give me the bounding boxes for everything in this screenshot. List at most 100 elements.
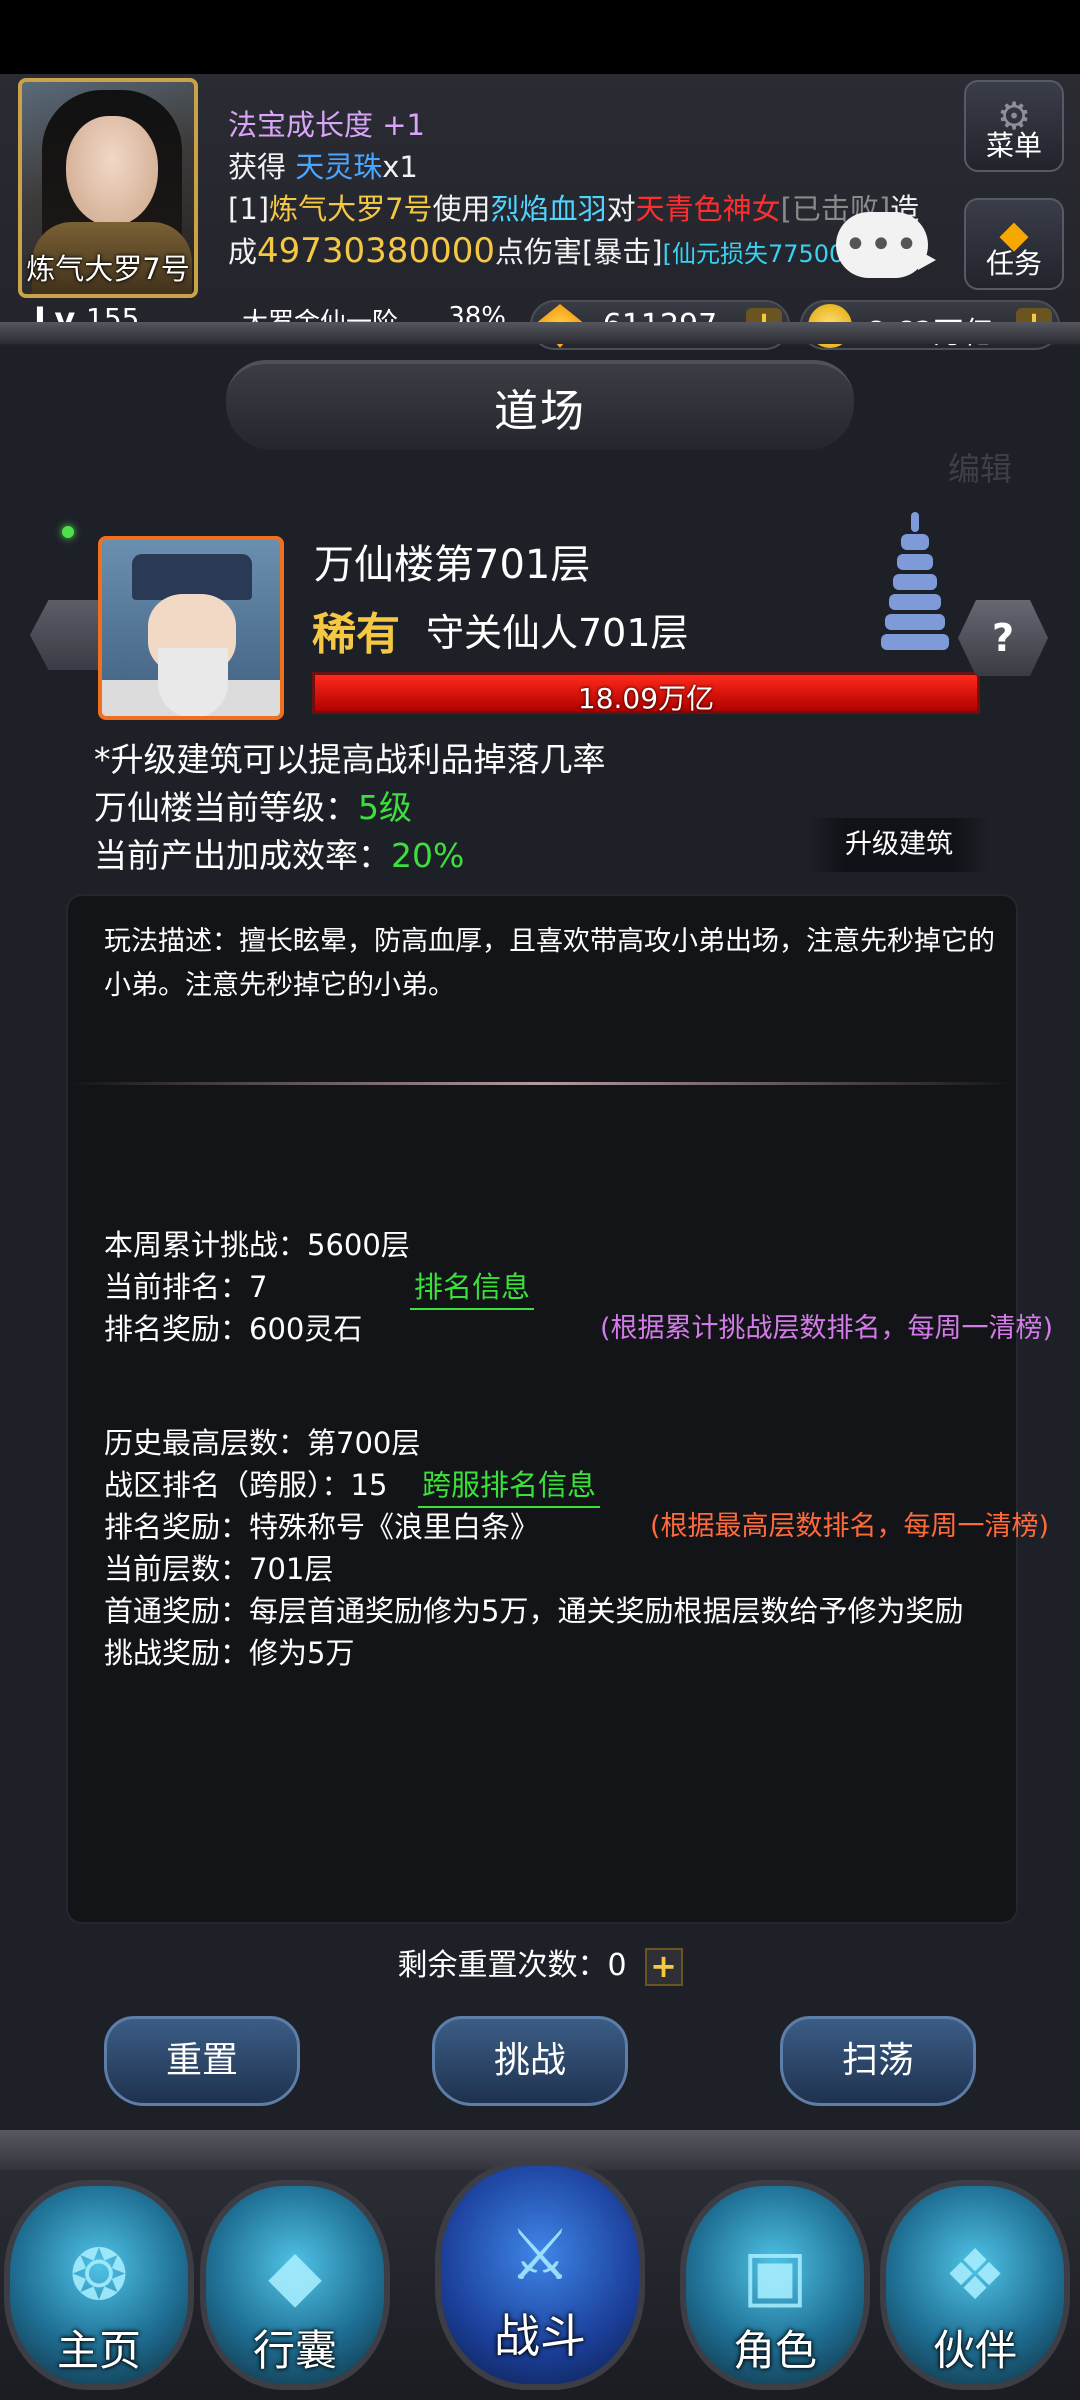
pagoda-tier	[893, 574, 937, 590]
floor-title: 万仙楼第701层	[314, 542, 591, 588]
building-level-value: 5级	[358, 788, 412, 827]
page-title-text: 道场	[494, 386, 586, 437]
pagoda-tier	[885, 614, 945, 630]
nav-bag-label: 行囊	[252, 2326, 337, 2375]
bag-icon: ◆	[268, 2234, 322, 2316]
nav-partner[interactable]: ❖ 伙伴	[880, 2180, 1070, 2390]
zone-rank: 战区排名（跨服）：15	[104, 1468, 388, 1502]
reset-count: 剩余重置次数：0 +	[0, 1940, 1080, 1986]
add-reset-button[interactable]: +	[644, 1947, 683, 1986]
gameplay-description: 玩法描述：擅长眩晕，防高血厚，且喜欢带高攻小弟出场，注意先秒掉它的小弟。注意先秒…	[104, 926, 995, 1001]
home-icon: ❂	[69, 2234, 129, 2316]
boss-name: 守关仙人701层	[426, 611, 689, 655]
feed-text: 对	[606, 192, 636, 226]
task-button[interactable]: ◆ 任务	[964, 198, 1064, 290]
feed-line-2: 获得 天灵珠x1	[228, 146, 928, 188]
output-rate: 当前产出加成效率：20%	[94, 832, 606, 880]
page-title: 道场	[226, 360, 854, 450]
feed-item: 天灵珠	[295, 150, 383, 184]
pagoda-icon	[880, 512, 950, 652]
rank-info-link[interactable]: 排名信息	[410, 1266, 535, 1310]
pagoda-tier	[889, 594, 941, 610]
sword-icon: ⚔	[508, 2214, 572, 2296]
weekly-rank-row: 当前排名：7 排名信息	[104, 1266, 535, 1310]
chest-icon: ▣	[741, 2234, 809, 2316]
status-bar	[0, 0, 1080, 74]
current-floor: 当前层数：701层	[104, 1552, 334, 1586]
weekly-reward-row: 排名奖励：600灵石 (根据累计挑战层数排名，每周一清榜)	[104, 1308, 1053, 1350]
panel-divider	[68, 1082, 1016, 1085]
feed-attacker: 炼气大罗7号	[269, 192, 433, 226]
player-name: 炼气大罗7号	[26, 252, 190, 286]
boss-hp-text: 18.09万亿	[577, 682, 715, 715]
reset-count-label: 剩余重置次数：0	[397, 1948, 627, 1983]
history-note: (根据最高层数排名，每周一清榜)	[650, 1511, 1050, 1542]
pagoda-base	[881, 634, 949, 650]
output-rate-label: 当前产出加成效率：	[94, 836, 391, 875]
description-panel: 玩法描述：擅长眩晕，防高血厚，且喜欢带高攻小弟出场，注意先秒掉它的小弟。注意先秒…	[66, 894, 1053, 1924]
weekly-reward: 排名奖励：600灵石	[104, 1312, 363, 1346]
first-clear-reward: 首通奖励：每层首通奖励修为5万，通关奖励根据层数给予修为奖励	[104, 1594, 964, 1628]
rarity-badge: 稀有	[312, 609, 400, 660]
nav-bag[interactable]: ◆ 行囊	[200, 2180, 390, 2390]
boss-beard	[158, 648, 228, 716]
bottom-nav: ❂ 主页 ◆ 行囊 ⚔ 战斗 ▣ 角色 ❖ 伙伴	[0, 2130, 1080, 2400]
feed-text: x1	[382, 150, 418, 184]
boss-portrait	[98, 536, 284, 720]
zone-rank-row: 战区排名（跨服）：15 跨服排名信息	[104, 1464, 1004, 1508]
building-info: *升级建筑可以提高战利品掉落几率 万仙楼当前等级：5级 当前产出加成效率：20%	[94, 736, 606, 880]
upgrade-building-button[interactable]: 升级建筑	[808, 818, 990, 872]
boss-hp-bar: 18.09万亿	[312, 672, 980, 715]
reset-button[interactable]: 重置	[104, 2016, 300, 2106]
history-reward-row: 排名奖励：特殊称号《浪里白条》 (根据最高层数排名，每周一清榜)	[104, 1506, 1049, 1548]
feed-skill: 烈焰血羽	[490, 192, 607, 226]
feed-text: 成	[228, 235, 258, 269]
feed-text: 点伤害[暴击]	[494, 235, 663, 269]
weekly-stats: 本周累计挑战：5600层 当前排名：7 排名信息 排名奖励：600灵石 (根据累…	[104, 1224, 1053, 1350]
history-reward: 排名奖励：特殊称号《浪里白条》	[104, 1510, 540, 1544]
cross-server-rank-link[interactable]: 跨服排名信息	[418, 1464, 601, 1508]
nav-role[interactable]: ▣ 角色	[680, 2180, 870, 2390]
history-stats: 历史最高层数：第700层 战区排名（跨服）：15 跨服排名信息 排名奖励：特殊称…	[104, 1422, 1049, 1674]
feed-line-4: 成49730380000点伤害[暴击][仙元损失77500点]	[228, 230, 928, 275]
status-dot	[62, 526, 74, 538]
feed-line-3: [1]炼气大罗7号使用烈焰血羽对天青色神女[已击败]造	[228, 188, 928, 230]
sweep-button[interactable]: 扫荡	[780, 2016, 976, 2106]
diamond-icon: ◆	[999, 212, 1029, 256]
menu-button[interactable]: ⚙ 菜单	[964, 80, 1064, 172]
help-button[interactable]: ?	[958, 600, 1048, 676]
battle-feed: 法宝成长度 +1 获得 天灵珠x1 [1]炼气大罗7号使用烈焰血羽对天青色神女[…	[228, 104, 928, 275]
dragon-icon: ❖	[943, 2234, 1007, 2316]
weekly-challenge: 本周累计挑战：5600层	[104, 1228, 410, 1262]
nav-role-label: 角色	[732, 2326, 817, 2375]
challenge-reward: 挑战奖励：修为5万	[104, 1636, 355, 1670]
feed-text: 获得	[228, 150, 296, 184]
top-hud: 炼气大罗7号 法宝成长度 +1 获得 天灵珠x1 [1]炼气大罗7号使用烈焰血羽…	[0, 74, 1080, 351]
feed-target: 天青色神女	[635, 192, 781, 226]
avatar-face	[66, 116, 158, 226]
feed-text: 使用	[432, 192, 491, 226]
nav-home[interactable]: ❂ 主页	[4, 2180, 194, 2390]
feed-text: [1]	[228, 192, 270, 226]
feed-damage: 49730380000	[257, 231, 495, 271]
edit-label[interactable]: 编辑	[948, 444, 1012, 490]
title-ledge	[0, 322, 1080, 344]
building-level: 万仙楼当前等级：5级	[94, 784, 606, 832]
challenge-button[interactable]: 挑战	[432, 2016, 628, 2106]
chat-bubble-icon[interactable]: •••	[836, 212, 936, 278]
pagoda-tier	[901, 534, 929, 550]
nav-home-label: 主页	[56, 2326, 141, 2375]
output-rate-value: 20%	[391, 836, 465, 875]
weekly-note: (根据累计挑战层数排名，每周一清榜)	[600, 1313, 1054, 1344]
weekly-rank: 当前排名：7	[104, 1270, 268, 1304]
gear-icon: ⚙	[996, 94, 1032, 138]
feed-line-1: 法宝成长度 +1	[228, 108, 425, 142]
info-tip: *升级建筑可以提高战利品掉落几率	[94, 740, 606, 779]
nav-battle-label: 战斗	[494, 2309, 586, 2363]
history-highest: 历史最高层数：第700层	[104, 1426, 421, 1460]
building-level-label: 万仙楼当前等级：	[94, 788, 358, 827]
pagoda-tier	[897, 554, 933, 570]
pagoda-spire	[911, 512, 919, 532]
nav-battle[interactable]: ⚔ 战斗	[435, 2160, 645, 2390]
player-avatar[interactable]: 炼气大罗7号	[18, 78, 198, 298]
